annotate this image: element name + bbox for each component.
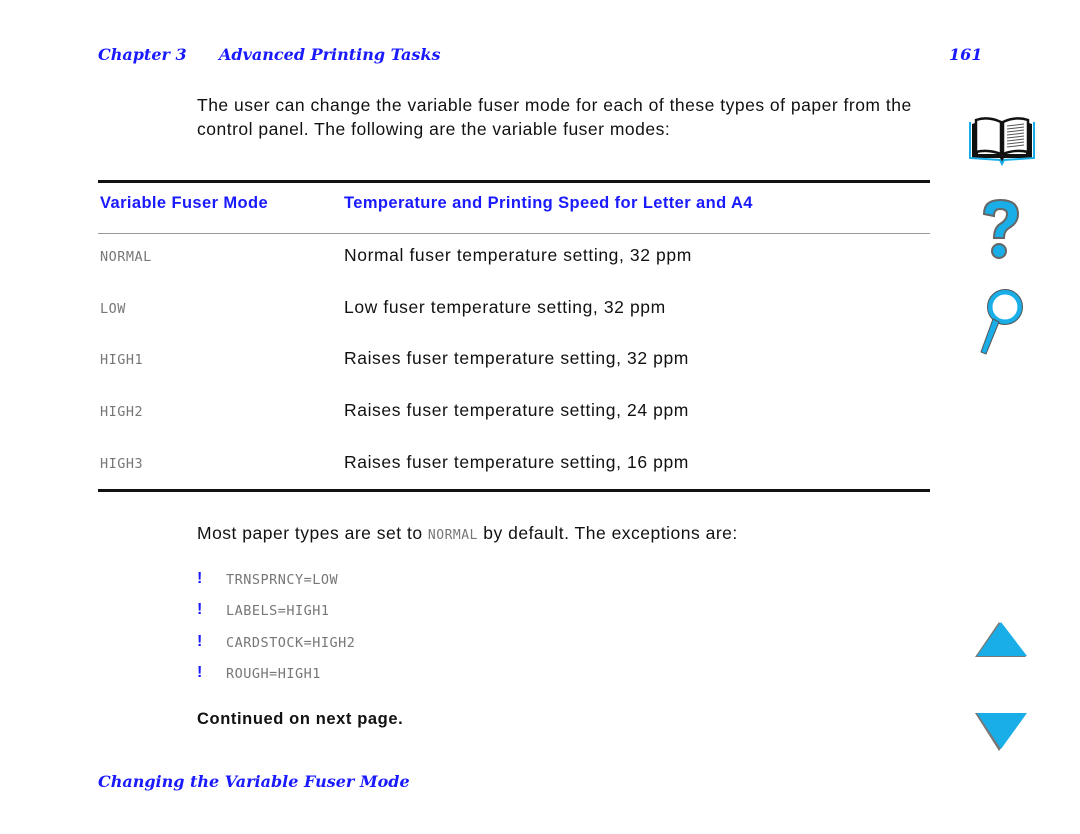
mode-description: Raises fuser temperature setting, 24 ppm [344, 400, 689, 420]
mode-name: NORMAL [100, 249, 152, 265]
table-row: HIGH2 Raises fuser temperature setting, … [0, 400, 940, 426]
table-header-description: Temperature and Printing Speed for Lette… [344, 194, 753, 212]
bullet-icon: ! [197, 570, 203, 587]
help-button[interactable] [978, 196, 1024, 266]
bullet-icon: ! [197, 664, 203, 681]
defaults-text-before: Most paper types are set to [197, 523, 428, 543]
mode-description: Raises fuser temperature setting, 16 ppm [344, 452, 689, 472]
defaults-code: NORMAL [427, 528, 478, 543]
exception-setting: TRNSPRNCY=LOW [226, 572, 339, 588]
next-page-button[interactable] [974, 711, 1030, 753]
mode-name: HIGH3 [100, 456, 144, 472]
page-number: 161 [949, 45, 983, 64]
mode-description: Raises fuser temperature setting, 32 ppm [344, 348, 689, 368]
mode-description: Low fuser temperature setting, 32 ppm [344, 297, 666, 317]
mode-description: Normal fuser temperature setting, 32 ppm [344, 245, 692, 265]
defaults-text-after: by default. The exceptions are: [477, 523, 738, 543]
table-row: HIGH3 Raises fuser temperature setting, … [0, 452, 940, 478]
down-triangle-icon [975, 713, 1027, 751]
search-button[interactable] [976, 288, 1026, 358]
table-row: HIGH1 Raises fuser temperature setting, … [0, 348, 940, 374]
continued-label: Continued on next page. [197, 710, 404, 728]
mode-name: HIGH1 [100, 352, 144, 368]
table-header-rule [98, 233, 930, 234]
previous-page-button[interactable] [974, 620, 1030, 660]
defaults-paragraph: Most paper types are set to NORMAL by de… [197, 523, 738, 544]
table-bottom-rule [98, 489, 930, 492]
bullet-icon: ! [197, 633, 203, 650]
exception-setting: ROUGH=HIGH1 [226, 666, 321, 682]
contents-button[interactable] [966, 114, 1038, 166]
table-top-rule [98, 180, 930, 183]
table-header-mode: Variable Fuser Mode [100, 194, 269, 212]
exception-setting: LABELS=HIGH1 [226, 603, 330, 619]
mode-name: LOW [100, 301, 126, 317]
bullet-icon: ! [197, 601, 203, 618]
up-triangle-icon [975, 622, 1027, 657]
magnifier-icon [980, 289, 1023, 355]
chapter-title: Advanced Printing Tasks [219, 45, 441, 64]
question-mark-icon [982, 198, 1020, 259]
table-row: LOW Low fuser temperature setting, 32 pp… [0, 297, 940, 323]
intro-paragraph: The user can change the variable fuser m… [197, 95, 912, 139]
book-icon [969, 117, 1035, 166]
table-row: NORMAL Normal fuser temperature setting,… [0, 245, 940, 271]
mode-name: HIGH2 [100, 404, 144, 420]
chapter-label: Chapter 3 [98, 45, 187, 64]
exception-setting: CARDSTOCK=HIGH2 [226, 635, 356, 651]
section-link[interactable]: Changing the Variable Fuser Mode [98, 772, 410, 791]
